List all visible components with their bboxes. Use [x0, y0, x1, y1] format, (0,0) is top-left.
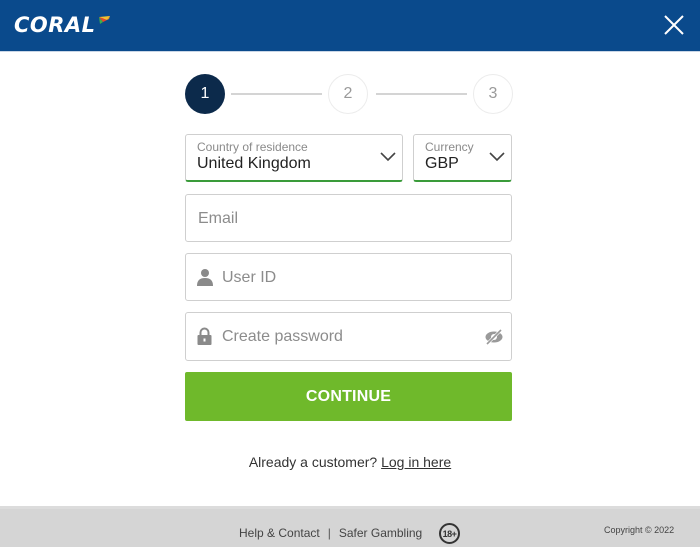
currency-label: Currency	[425, 140, 474, 154]
continue-button[interactable]: CONTINUE	[185, 372, 512, 421]
header-bar: CORAL	[0, 0, 700, 52]
safer-gambling-link[interactable]: Safer Gambling	[339, 526, 422, 540]
progress-stepper: 1 2 3	[185, 74, 513, 114]
login-prompt-text: Already a customer?	[248, 454, 378, 470]
help-contact-link[interactable]: Help & Contact	[239, 526, 320, 540]
step-3: 3	[473, 74, 513, 114]
copyright-text: Copyright © 2022	[604, 525, 675, 535]
login-prompt-row: Already a customer? Log in here	[0, 454, 700, 470]
footer-separator: |	[327, 526, 331, 540]
currency-value: GBP	[425, 155, 459, 172]
footer: Help & Contact | Safer Gambling 18+ Copy…	[0, 506, 700, 547]
user-id-placeholder: User ID	[222, 269, 277, 286]
eye-slash-icon[interactable]	[484, 329, 504, 345]
email-placeholder: Email	[198, 210, 239, 227]
chevron-down-icon	[380, 152, 396, 162]
user-id-field[interactable]: User ID	[185, 253, 512, 301]
coral-logo: CORAL	[14, 11, 111, 39]
step-connector	[231, 93, 322, 95]
country-label: Country of residence	[197, 140, 308, 154]
footer-links: Help & Contact | Safer Gambling	[239, 526, 422, 540]
user-icon	[197, 269, 213, 286]
login-link[interactable]: Log in here	[381, 454, 451, 470]
logo-flag-icon	[98, 16, 110, 24]
step-2: 2	[328, 74, 368, 114]
country-value: United Kingdom	[197, 155, 311, 172]
brand-name: CORAL	[14, 13, 96, 37]
age-restriction-badge: 18+	[439, 523, 460, 544]
step-connector	[376, 93, 467, 95]
lock-icon	[197, 327, 212, 345]
currency-select[interactable]: Currency GBP	[413, 134, 512, 182]
close-icon[interactable]	[662, 13, 686, 37]
chevron-down-icon	[489, 152, 505, 162]
password-field[interactable]: Create password	[185, 312, 512, 361]
password-placeholder: Create password	[222, 328, 343, 345]
email-field[interactable]: Email	[185, 194, 512, 242]
step-1: 1	[185, 74, 225, 114]
country-select[interactable]: Country of residence United Kingdom	[185, 134, 403, 182]
header-divider	[0, 51, 700, 52]
